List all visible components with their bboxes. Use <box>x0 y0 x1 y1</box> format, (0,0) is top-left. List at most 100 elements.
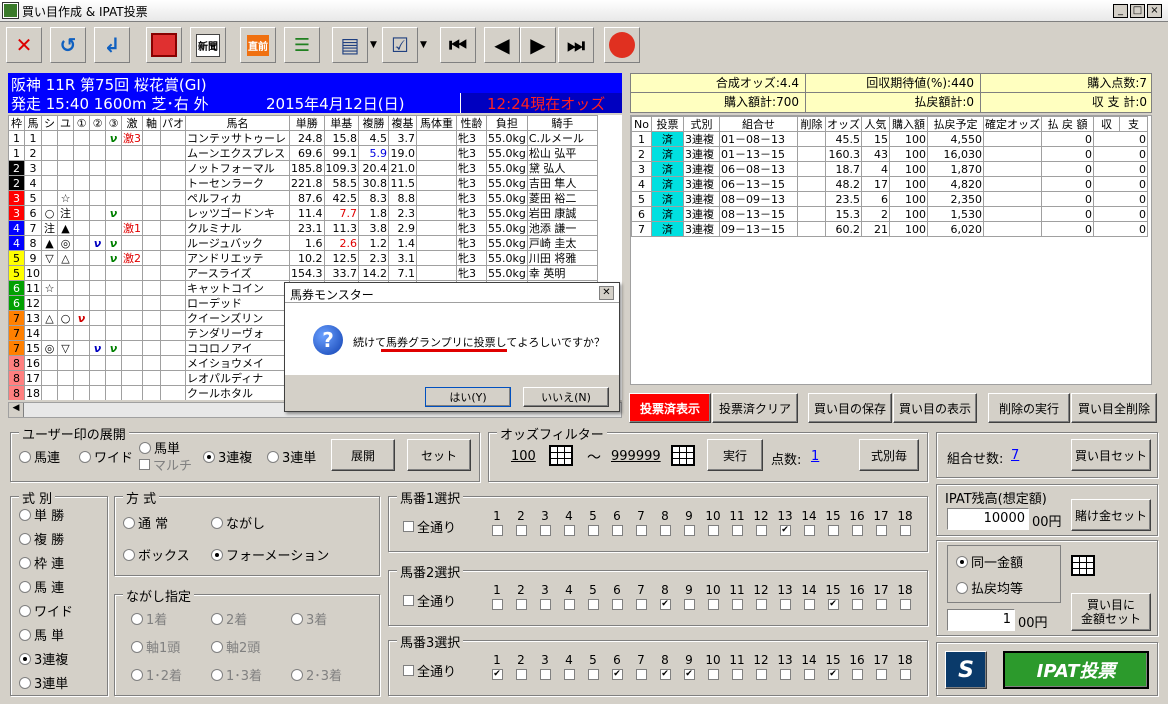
bet-col-header[interactable]: 人気 <box>861 116 890 132</box>
radio-sanrenpuku[interactable]: 3連複 <box>203 447 252 466</box>
num-checkbox-2[interactable]: 2 <box>509 583 533 610</box>
num-checkbox-16[interactable]: 16 <box>845 583 869 610</box>
multi-checkbox[interactable]: マルチ <box>139 455 192 474</box>
num-checkbox-10[interactable]: 10 <box>701 509 725 536</box>
horse-col-header[interactable]: ③ <box>105 115 122 131</box>
set-button[interactable]: セット <box>407 439 471 471</box>
radio-equal-refund[interactable]: 払戻均等 <box>956 578 1023 597</box>
return-icon[interactable]: ↲ <box>94 27 130 63</box>
before-icon[interactable]: 直前 <box>240 27 276 63</box>
close-window-button[interactable]: × <box>1147 4 1162 18</box>
radio-formation[interactable]: フォーメーション <box>211 545 329 564</box>
bet-col-header[interactable]: 払戻予定 <box>927 116 984 132</box>
prev-icon[interactable]: ◀ <box>484 27 520 63</box>
num-checkbox-3[interactable]: 3 <box>533 653 557 680</box>
num-checkbox-4[interactable]: 4 <box>557 653 581 680</box>
ipat-vote-button[interactable]: IPAT投票 <box>1003 651 1149 689</box>
horse-row[interactable]: 2 3 ノットフォーマル 185.8 109.3 20.4 21.0 牝3 55.0kg 黛 弘人 <box>8 160 598 176</box>
bet-col-header[interactable]: 投票 <box>651 116 684 132</box>
num-checkbox-10[interactable]: 10 <box>701 653 725 680</box>
horse-row[interactable]: 4 7 注 ▲ 激1 クルミナル 23.1 11.3 3.8 2.9 牝3 55.0kg 池添 謙一 <box>8 220 598 236</box>
num-checkbox-3[interactable]: 3 <box>533 509 557 536</box>
yes-button[interactable]: はい(Y) <box>425 387 511 407</box>
radio-sanrentan-type[interactable]: 3連単 <box>19 673 68 692</box>
num-checkbox-16[interactable]: 16 <box>845 509 869 536</box>
num-checkbox-10[interactable]: 10 <box>701 583 725 610</box>
horse-col-header[interactable]: 性齢 <box>456 115 487 131</box>
num-checkbox-7[interactable]: 7 <box>629 583 653 610</box>
num-checkbox-14[interactable]: 14 <box>797 653 821 680</box>
bet-col-header[interactable]: 収 <box>1093 116 1120 132</box>
radio-box[interactable]: ボックス <box>123 545 190 564</box>
horse-row[interactable]: 3 6 ○ 注 ν レッツゴードンキ 11.4 7.7 1.8 2.3 牝3 55.0kg 岩田 康誠 <box>8 205 598 221</box>
num-checkbox-18[interactable]: 18 <box>893 583 917 610</box>
horse-row[interactable]: 1 1 ν 激3 コンテッサトゥーレ 24.8 15.8 4.5 3.7 牝3 55.0kg C.ルメ… <box>8 130 598 146</box>
bet-row[interactable]: 5 済 3連複 08－09－13 23.5 6 100 2,350 0 0 <box>631 191 1148 207</box>
maximize-button[interactable]: □ <box>1130 4 1145 18</box>
check-icon[interactable]: ☑ <box>382 27 418 63</box>
radio-fukusho[interactable]: 複 勝 <box>19 529 64 548</box>
horse-col-header[interactable]: 馬名 <box>185 115 290 131</box>
check-dropdown-icon[interactable]: ▼ <box>420 40 427 50</box>
clear-shown-button[interactable]: 投票済クリア <box>712 393 798 423</box>
doc-icon[interactable]: ▤ <box>332 27 368 63</box>
horse-col-header[interactable]: ② <box>89 115 106 131</box>
radio-axis1[interactable]: 軸1頭 <box>131 637 180 656</box>
num-checkbox-18[interactable]: 18 <box>893 653 917 680</box>
horse-row[interactable]: 1 2 ムーンエクスプレス 69.6 99.1 5.9 19.0 牝3 55.0kg 松山 弘平 <box>8 145 598 161</box>
num-checkbox-15[interactable]: 15 ✔ <box>821 583 845 610</box>
bet-col-header[interactable]: 組合せ <box>719 116 798 132</box>
num-checkbox-5[interactable]: 5 <box>581 583 605 610</box>
horse-col-header[interactable]: ユ <box>57 115 74 131</box>
num-checkbox-9[interactable]: 9 <box>677 509 701 536</box>
num-checkbox-6[interactable]: 6 ✔ <box>605 653 629 680</box>
horse-row[interactable]: 5 10 アースライズ 154.3 33.7 14.2 7.1 牝3 55.0kg 幸 英明 <box>8 265 598 281</box>
num-checkbox-3[interactable]: 3 <box>533 583 557 610</box>
bet-row[interactable]: 6 済 3連複 08－13－15 15.3 2 100 1,530 0 0 <box>631 206 1148 222</box>
first-icon[interactable]: ⏮ <box>440 27 476 63</box>
doc-dropdown-icon[interactable]: ▼ <box>370 40 377 50</box>
radio-tansho[interactable]: 単 勝 <box>19 505 64 524</box>
num-checkbox-2[interactable]: 2 <box>509 509 533 536</box>
radio-wakuren[interactable]: 枠 連 <box>19 553 64 572</box>
calc-icon-2[interactable] <box>671 441 695 466</box>
all-checkbox[interactable]: 全通り <box>403 591 456 610</box>
execute-delete-button[interactable]: 削除の実行 <box>988 393 1070 423</box>
radio-1st[interactable]: 1着 <box>131 609 167 628</box>
record-icon[interactable] <box>146 27 182 63</box>
horse-col-header[interactable]: 軸 <box>142 115 161 131</box>
shown-bets-button[interactable]: 投票済表示 <box>629 393 711 423</box>
radio-umaren[interactable]: 馬連 <box>19 447 60 466</box>
num-checkbox-17[interactable]: 17 <box>869 509 893 536</box>
num-checkbox-9[interactable]: 9 ✔ <box>677 653 701 680</box>
radio-same-amount[interactable]: 同一金額 <box>956 552 1023 571</box>
odds-min[interactable]: 100 <box>511 449 536 464</box>
horse-col-header[interactable]: 馬 <box>24 115 42 131</box>
bet-col-header[interactable]: 購入額 <box>889 116 928 132</box>
horse-col-header[interactable]: 単勝 <box>289 115 325 131</box>
no-button[interactable]: いいえ(N) <box>523 387 609 407</box>
num-checkbox-11[interactable]: 11 <box>725 509 749 536</box>
calc-icon-3[interactable] <box>1071 551 1095 576</box>
horse-col-header[interactable]: 激 <box>121 115 143 131</box>
horse-row[interactable]: 4 8 ▲ ◎ ν ν ルージュバック 1.6 2.6 1.2 1.4 牝3 55.0kg 戸崎 圭太 <box>8 235 598 251</box>
radio-sanrentan[interactable]: 3連単 <box>267 447 316 466</box>
by-type-button[interactable]: 式別毎 <box>859 439 919 471</box>
num-checkbox-13[interactable]: 13 <box>773 583 797 610</box>
num-checkbox-12[interactable]: 12 <box>749 653 773 680</box>
horse-col-header[interactable]: 単基 <box>323 115 359 131</box>
num-checkbox-8[interactable]: 8 ✔ <box>653 653 677 680</box>
horse-col-header[interactable]: 騎手 <box>526 115 598 131</box>
all-checkbox[interactable]: 全通り <box>403 661 456 680</box>
num-checkbox-13[interactable]: 13 <box>773 653 797 680</box>
radio-sanrenpuku-type[interactable]: 3連複 <box>19 649 68 668</box>
num-checkbox-1[interactable]: 1 ✔ <box>485 653 509 680</box>
num-checkbox-9[interactable]: 9 <box>677 583 701 610</box>
num-checkbox-1[interactable]: 1 <box>485 583 509 610</box>
horse-row[interactable]: 3 5 ☆ ペルフィカ 87.6 42.5 8.3 8.8 牝3 55.0kg 菱田 裕二 <box>8 190 598 206</box>
combo-value[interactable]: 7 <box>1011 448 1019 463</box>
radio-wide[interactable]: ワイド <box>79 447 133 466</box>
delete-all-button[interactable]: 買い目全削除 <box>1071 393 1157 423</box>
radio-umaren-type[interactable]: 馬 連 <box>19 577 64 596</box>
num-checkbox-11[interactable]: 11 <box>725 583 749 610</box>
